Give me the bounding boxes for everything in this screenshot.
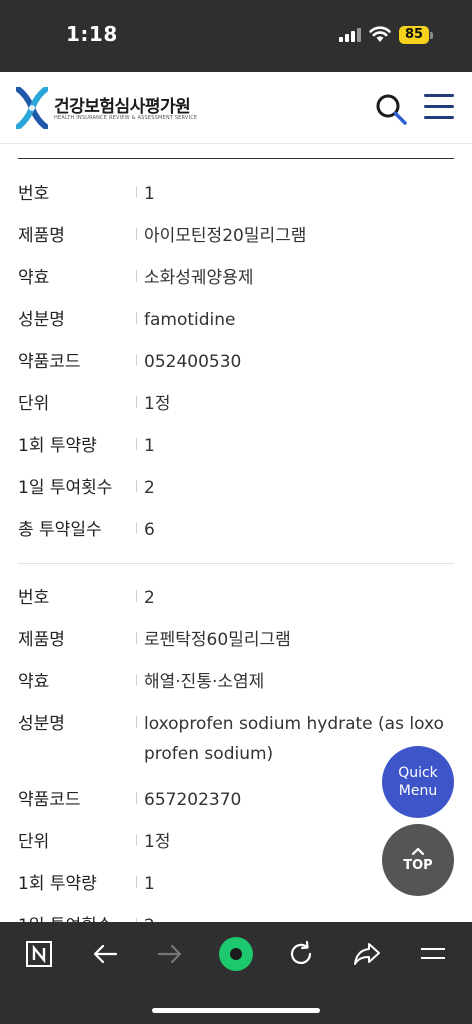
field-label: 약품코드 xyxy=(18,352,81,372)
field-separator xyxy=(136,480,137,492)
field-value: 2 xyxy=(144,588,155,608)
forward-arrow-icon[interactable] xyxy=(152,936,188,972)
home-indicator[interactable] xyxy=(152,1008,320,1013)
record-row: 제품명 로펜탁정60밀리그램 xyxy=(18,619,454,661)
quick-menu-label-line2: Menu xyxy=(398,783,438,799)
field-label: 약품코드 xyxy=(18,790,81,810)
medication-record-1: 번호 1 제품명 아이모틴정20밀리그램 약효 소화성궤양용제 성분명 famotidi… xyxy=(18,173,454,551)
field-label: 1회 투약량 xyxy=(18,436,97,456)
field-separator xyxy=(136,522,137,534)
field-label: 단위 xyxy=(18,832,50,852)
menu-icon[interactable] xyxy=(415,936,451,972)
status-bar: 1:18 85 xyxy=(0,0,472,72)
record-row: 번호 1 xyxy=(18,173,454,215)
field-label: 약효 xyxy=(18,268,50,288)
back-arrow-icon[interactable] xyxy=(87,936,123,972)
field-value: 로펜탁정60밀리그램 xyxy=(144,630,291,650)
field-label: 1일 투여횟수 xyxy=(18,905,112,922)
field-label: 총 투약일수 xyxy=(18,520,102,540)
field-value: 아이모틴정20밀리그램 xyxy=(144,226,307,246)
field-value: 1정 xyxy=(144,394,171,414)
field-label: 약효 xyxy=(18,672,50,692)
quick-menu-button[interactable]: Quick Menu xyxy=(382,746,454,818)
site-subtitle: HEALTH INSURANCE REVIEW & ASSESSMENT SER… xyxy=(54,115,198,121)
wifi-icon xyxy=(369,26,391,42)
field-label: 1회 투약량 xyxy=(18,874,97,894)
hira-logo-icon[interactable] xyxy=(16,87,48,129)
field-separator xyxy=(136,876,137,888)
field-value: famotidine xyxy=(144,310,236,330)
field-label: 제품명 xyxy=(18,226,65,246)
field-value: 1 xyxy=(144,184,155,204)
scroll-to-top-button[interactable]: TOP xyxy=(382,824,454,896)
cellular-signal-icon xyxy=(339,28,361,42)
record-row: 약품코드 052400530 xyxy=(18,341,454,383)
field-value: 해열·진통·소염제 xyxy=(144,672,265,692)
field-separator xyxy=(136,792,137,804)
site-header: 건강보험심사평가원 HEALTH INSURANCE REVIEW & ASSE… xyxy=(0,72,472,144)
battery-indicator: 85 xyxy=(399,26,429,44)
record-row: 1회 투약량 1 xyxy=(18,425,454,467)
field-value: 052400530 xyxy=(144,352,242,372)
field-value: 1 xyxy=(144,436,155,456)
status-time: 1:18 xyxy=(66,22,118,46)
record-row: 성분명 famotidine xyxy=(18,299,454,341)
record-row: 총 투약일수 6 xyxy=(18,509,454,551)
share-icon[interactable] xyxy=(349,936,385,972)
field-label: 단위 xyxy=(18,394,50,414)
field-label: 성분명 xyxy=(18,714,65,734)
record-row: 약효 해열·진통·소염제 xyxy=(18,661,454,703)
field-value: 6 xyxy=(144,520,155,540)
field-separator xyxy=(136,312,137,324)
site-title[interactable]: 건강보험심사평가원 xyxy=(54,92,191,117)
field-separator xyxy=(136,354,137,366)
field-label: 성분명 xyxy=(18,310,65,330)
quick-menu-label-line1: Quick xyxy=(398,765,438,781)
field-separator xyxy=(136,590,137,602)
field-separator xyxy=(136,716,137,728)
record-row: 번호 2 xyxy=(18,577,454,619)
top-label: TOP xyxy=(403,858,433,873)
naver-home-icon[interactable] xyxy=(21,936,57,972)
green-dot-icon[interactable] xyxy=(218,936,254,972)
field-separator xyxy=(136,270,137,282)
field-label: 1일 투여횟수 xyxy=(18,478,113,498)
field-separator xyxy=(136,186,137,198)
top-divider xyxy=(18,158,454,159)
chevron-up-icon xyxy=(411,847,425,856)
record-row: 1일 투여횟수 2 xyxy=(18,467,454,509)
field-separator xyxy=(136,834,137,846)
hamburger-menu-icon[interactable] xyxy=(424,94,454,122)
field-separator xyxy=(136,632,137,644)
record-row: 1일 투여횟수 2 xyxy=(18,905,454,922)
record-row: 단위 1정 xyxy=(18,383,454,425)
field-label: 제품명 xyxy=(18,630,65,650)
field-value: 2 xyxy=(144,478,155,498)
field-value: 2 xyxy=(144,905,444,922)
record-row: 약효 소화성궤양용제 xyxy=(18,257,454,299)
field-value: 소화성궤양용제 xyxy=(144,268,254,288)
record-divider xyxy=(18,563,454,564)
record-row: 제품명 아이모틴정20밀리그램 xyxy=(18,215,454,257)
field-separator xyxy=(136,396,137,408)
field-label: 번호 xyxy=(18,184,50,204)
field-separator xyxy=(136,228,137,240)
field-separator xyxy=(136,674,137,686)
battery-tip xyxy=(430,32,433,39)
refresh-icon[interactable] xyxy=(283,936,319,972)
field-label: 번호 xyxy=(18,588,50,608)
field-separator xyxy=(136,438,137,450)
search-icon[interactable] xyxy=(374,92,408,126)
